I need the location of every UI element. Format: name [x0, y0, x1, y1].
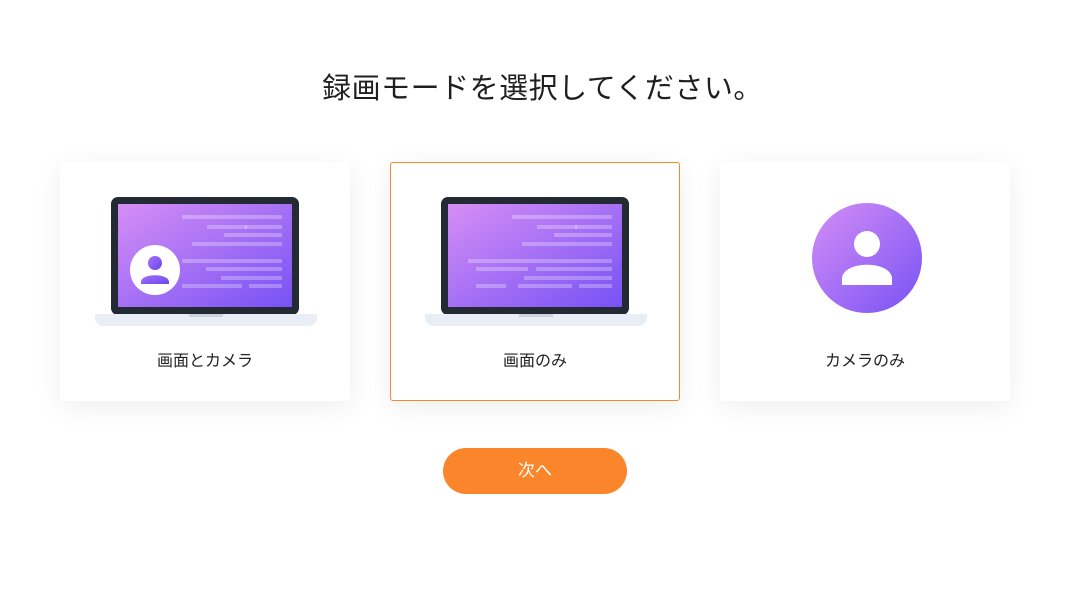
option-label: カメラのみ [824, 351, 905, 370]
option-card-screen-and-camera[interactable]: 画面とカメラ [60, 162, 350, 401]
option-label: 画面のみ [502, 351, 567, 370]
recording-mode-page: 録画モードを選択してください。 画面とカメラ 画面のみ カメラのみ 次へ [0, 0, 1085, 594]
option-label: 画面とカメラ [156, 351, 253, 370]
laptop-with-avatar-icon [95, 197, 317, 326]
user-avatar-icon [812, 203, 922, 313]
laptop-screen-icon [425, 197, 647, 326]
option-card-camera-only[interactable]: カメラのみ [720, 162, 1010, 401]
next-button[interactable]: 次へ [443, 448, 627, 494]
option-card-screen-only[interactable]: 画面のみ [390, 162, 680, 401]
page-title: 録画モードを選択してください。 [322, 71, 763, 105]
